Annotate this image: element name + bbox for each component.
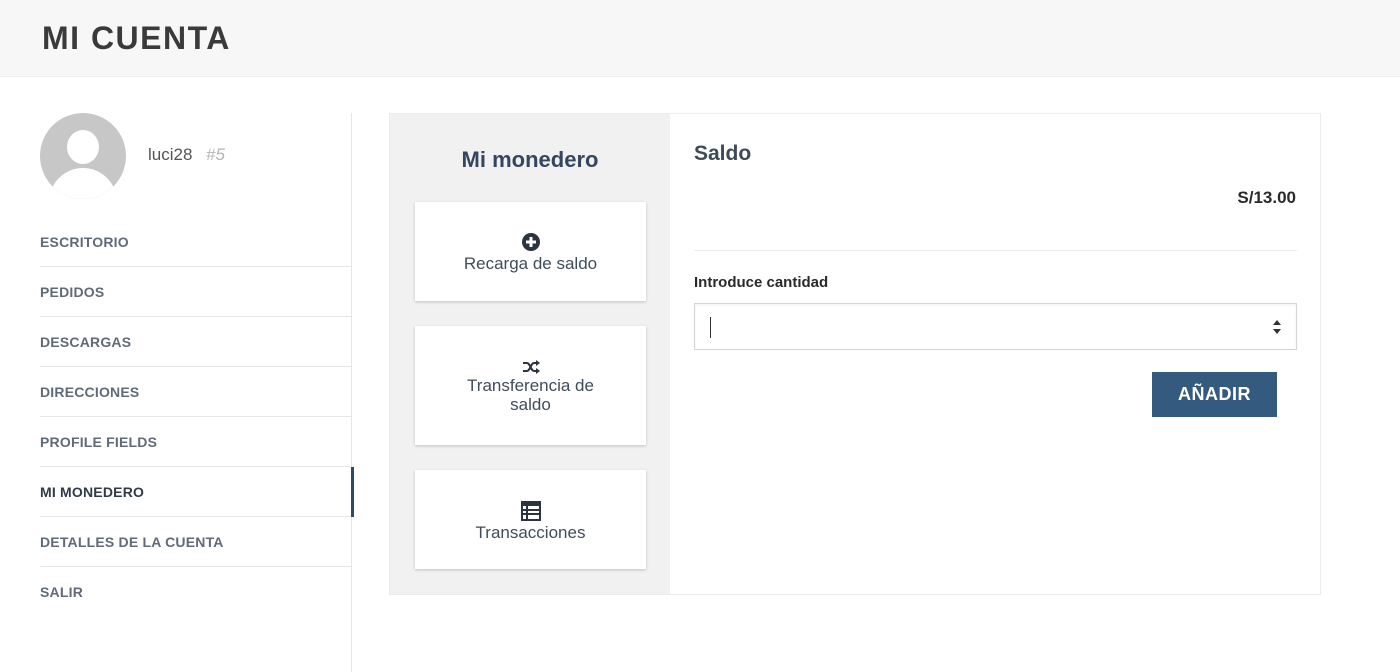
avatar: [40, 113, 126, 199]
list-icon: [520, 501, 541, 521]
divider: [694, 250, 1297, 251]
balance-title: Saldo: [694, 142, 752, 165]
text-caret: [710, 317, 711, 338]
username: luci28: [148, 145, 193, 164]
page-header: MI CUENTA: [0, 0, 1400, 77]
transacciones-label: Transacciones: [475, 523, 586, 542]
transferencia-saldo-label: Transferencia de saldo: [467, 376, 594, 414]
plus-circle-icon: [521, 233, 540, 251]
sidebar-item-detalles-cuenta[interactable]: DETALLES DE LA CUENTA: [40, 517, 352, 567]
sidebar-item-pedidos[interactable]: PEDIDOS: [40, 267, 352, 317]
balance-amount: S/13.00: [1237, 188, 1296, 207]
wallet-menu: Mi monedero Recarga de saldo Transferenc…: [390, 114, 670, 594]
sidebar-item-mi-monedero[interactable]: MI MONEDERO: [40, 467, 354, 517]
amount-input[interactable]: [694, 303, 1297, 350]
sidebar-item-direcciones[interactable]: DIRECCIONES: [40, 367, 352, 417]
transferencia-saldo-button[interactable]: Transferencia de saldo: [415, 326, 646, 445]
recarga-saldo-button[interactable]: Recarga de saldo: [415, 202, 646, 301]
user-id: #5: [206, 145, 225, 164]
sidebar-item-profile-fields[interactable]: PROFILE FIELDS: [40, 417, 352, 467]
account-sidebar: luci28 #5 ESCRITORIO PEDIDOS DESCARGAS D…: [40, 113, 354, 672]
page-title: MI CUENTA: [42, 20, 231, 56]
recarga-saldo-label: Recarga de saldo: [463, 254, 598, 273]
add-button[interactable]: AÑADIR: [1152, 372, 1277, 417]
sidebar-item-escritorio[interactable]: ESCRITORIO: [40, 217, 352, 267]
sidebar-item-descargas[interactable]: DESCARGAS: [40, 317, 352, 367]
number-spinner-icon[interactable]: [1272, 318, 1282, 336]
shuffle-icon: [522, 360, 540, 374]
transacciones-button[interactable]: Transacciones: [415, 470, 646, 569]
amount-label: Introduce cantidad: [694, 274, 829, 291]
sidebar-item-salir[interactable]: SALIR: [40, 567, 352, 617]
wallet-panel: Mi monedero Recarga de saldo Transferenc…: [389, 113, 1321, 595]
wallet-title: Mi monedero: [461, 147, 599, 172]
account-nav: ESCRITORIO PEDIDOS DESCARGAS DIRECCIONES…: [40, 217, 354, 617]
